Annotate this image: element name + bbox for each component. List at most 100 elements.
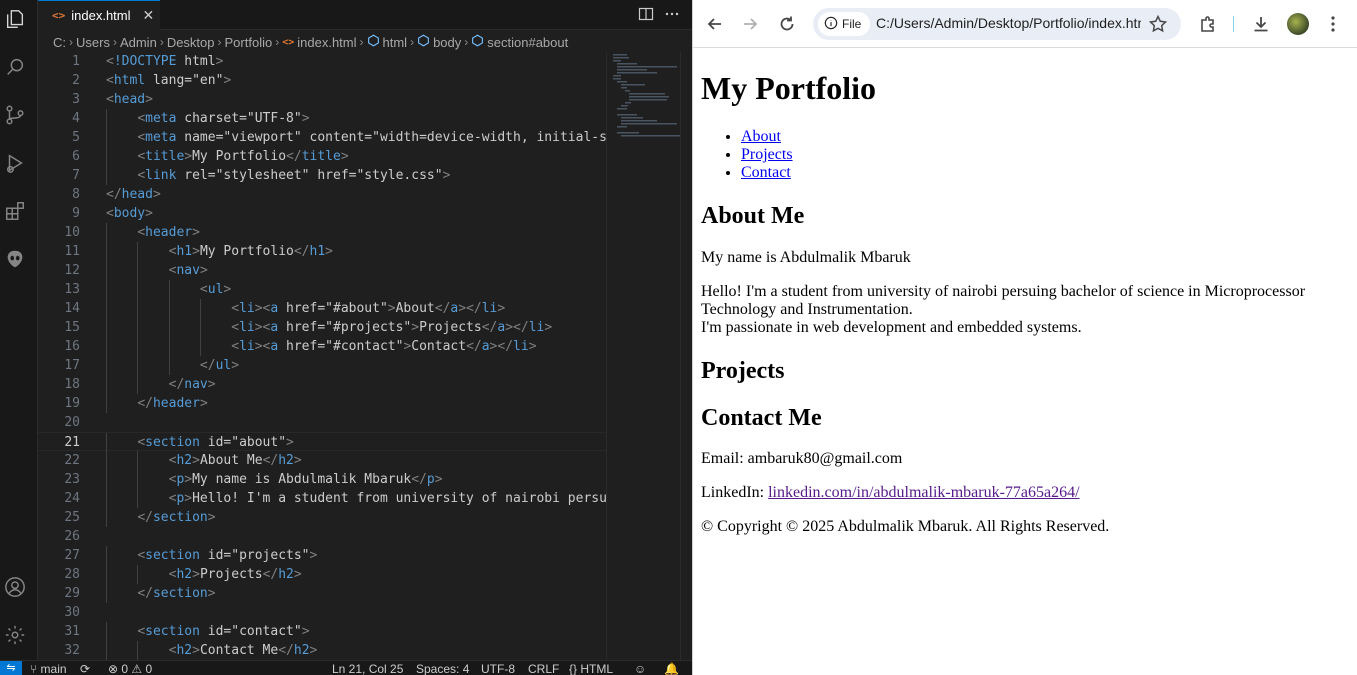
about-bio-line: Technology and Instrumentation. [701,301,913,318]
code-line[interactable]: 19 </header> [38,394,606,413]
explorer-icon[interactable] [4,8,26,30]
search-icon[interactable] [4,56,26,78]
code-line[interactable]: 30 [38,603,606,622]
code-line[interactable]: 7 <link rel="stylesheet" href="style.css… [38,166,606,185]
nav-link-about[interactable]: About [741,128,781,145]
code-text: <h2>Contact Me</h2> [168,643,318,658]
line-number: 11 [64,244,80,259]
code-line[interactable]: 8 </head> [38,185,606,204]
code-editor[interactable]: 1 <!DOCTYPE html> 2 <html lang="en"> 3 <head>… [38,52,606,660]
code-line[interactable]: 6 <title>My Portfolio</title> [38,147,606,166]
url-text[interactable]: C:/Users/Admin/Desktop/Portfolio/index.h… [876,15,1141,31]
minimap[interactable] [606,52,681,660]
breadcrumb-item[interactable]: Desktop [167,35,215,50]
reload-icon[interactable] [777,14,797,34]
branch-indicator[interactable]: ⑂ main [30,661,67,675]
breadcrumb-item[interactable]: C: [53,35,66,50]
line-number: 5 [72,130,80,145]
nav-link-contact[interactable]: Contact [741,164,791,181]
browser-menu-icon[interactable] [1323,14,1343,34]
site-info-chip[interactable]: File [818,12,870,36]
code-line[interactable]: 3 <head> [38,90,606,109]
linkedin-label: LinkedIn: [701,484,769,501]
symbol-element-icon [367,34,380,50]
breadcrumb-item[interactable]: Portfolio [225,35,273,50]
chevron-right-icon: › [112,35,117,49]
contact-email: Email: ambaruk80@gmail.com [701,450,903,467]
cursor-position[interactable]: Ln 21, Col 25 [332,661,403,675]
code-line[interactable]: 32 <h2>Contact Me</h2> [38,641,606,660]
code-line[interactable]: 29 </section> [38,584,606,603]
line-number: 28 [64,567,80,582]
browser-toolbar: File C:/Users/Admin/Desktop/Portfolio/in… [693,0,1357,48]
encoding[interactable]: UTF-8 [481,661,515,675]
bookmark-star-icon[interactable] [1148,14,1168,34]
account-icon[interactable] [4,576,26,598]
code-line[interactable]: 27 <section id="projects"> [38,546,606,565]
source-control-icon[interactable] [4,104,26,126]
more-actions-icon[interactable] [664,6,680,22]
alien-extension-icon[interactable] [4,248,26,270]
tab-index-html[interactable]: <> index.html ✕ [38,0,160,30]
code-line[interactable]: 21 <section id="about"> [38,432,606,452]
breadcrumb-item[interactable]: section#about [487,35,568,50]
language-mode[interactable]: {} HTML [569,661,613,675]
code-line[interactable]: 22 <h2>About Me</h2> [38,451,606,470]
back-arrow-icon[interactable] [705,14,725,34]
linkedin-link[interactable]: linkedin.com/in/abdulmalik-mbaruk-77a65a… [768,484,1079,501]
sync-icon[interactable]: ⟳ [80,661,90,675]
line-number: 12 [64,263,80,278]
code-line[interactable]: 12 <nav> [38,261,606,280]
code-line[interactable]: 28 <h2>Projects</h2> [38,565,606,584]
code-line[interactable]: 25 </section> [38,508,606,527]
code-line[interactable]: 5 <meta name="viewport" content="width=d… [38,128,606,147]
code-text: <html lang="en"> [106,73,232,88]
code-text: <p>Hello! I'm a student from university … [168,491,606,506]
about-bio-line: I'm passionate in web development and em… [701,319,1082,336]
symbol-element-icon [471,34,484,50]
problems-indicator[interactable]: ⊗ 0 ⚠ 0 [108,661,152,675]
code-line[interactable]: 1 <!DOCTYPE html> [38,52,606,71]
breadcrumb-item[interactable]: body [433,35,461,50]
code-line[interactable]: 17 </ul> [38,356,606,375]
run-debug-icon[interactable] [4,152,26,174]
code-line[interactable]: 16 <li><a href="#contact">Contact</a></l… [38,337,606,356]
code-line[interactable]: 15 <li><a href="#projects">Projects</a><… [38,318,606,337]
extensions-icon[interactable] [4,200,26,222]
settings-gear-icon[interactable] [4,624,26,646]
split-editor-icon[interactable] [638,6,654,22]
editor-scrollbar[interactable] [680,52,692,660]
breadcrumb-item[interactable]: index.html [297,35,356,50]
code-line[interactable]: 11 <h1>My Portfolio</h1> [38,242,606,261]
breadcrumb-item[interactable]: html [383,35,408,50]
profile-avatar[interactable] [1287,13,1309,35]
code-line[interactable]: 14 <li><a href="#about">About</a></li> [38,299,606,318]
address-bar[interactable]: File C:/Users/Admin/Desktop/Portfolio/in… [813,8,1181,40]
code-line[interactable]: 31 <section id="contact"> [38,622,606,641]
code-line[interactable]: 10 <header> [38,223,606,242]
remote-indicator-icon[interactable]: ⇋ [0,661,22,675]
code-line[interactable]: 9 <body> [38,204,606,223]
code-line[interactable]: 20 [38,413,606,432]
list-item: Projects [741,146,793,164]
indentation[interactable]: Spaces: 4 [416,661,469,675]
line-number: 16 [64,339,80,354]
nav-link-projects[interactable]: Projects [741,146,793,163]
download-icon[interactable] [1251,14,1271,34]
breadcrumb-item[interactable]: Admin [120,35,157,50]
line-ending[interactable]: CRLF [528,661,559,675]
code-line[interactable]: 24 <p>Hello! I'm a student from universi… [38,489,606,508]
copilot-icon[interactable]: ☺ [634,661,646,675]
extensions-puzzle-icon[interactable] [1198,14,1218,34]
code-line[interactable]: 13 <ul> [38,280,606,299]
code-line[interactable]: 23 <p>My name is Abdulmalik Mbaruk</p> [38,470,606,489]
breadcrumb-item[interactable]: Users [76,35,110,50]
code-text: <header> [137,225,200,240]
code-line[interactable]: 2 <html lang="en"> [38,71,606,90]
notifications-bell-icon[interactable]: 🔔 [664,661,679,675]
forward-arrow-icon[interactable] [740,14,760,34]
code-line[interactable]: 4 <meta charset="UTF-8"> [38,109,606,128]
close-tab-icon[interactable]: ✕ [143,8,155,24]
code-line[interactable]: 18 </nav> [38,375,606,394]
code-line[interactable]: 26 [38,527,606,546]
